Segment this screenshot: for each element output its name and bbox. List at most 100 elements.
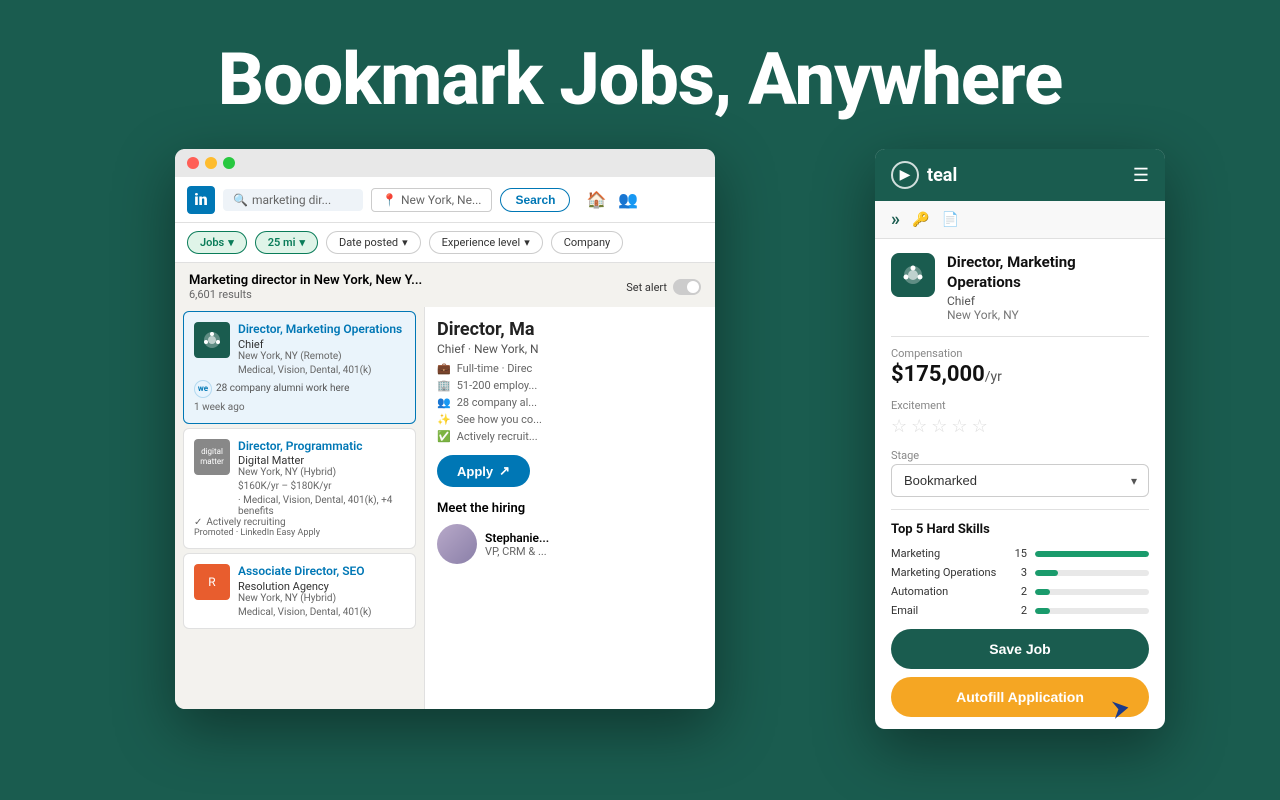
apply-button[interactable]: Apply ↗ [437,455,530,487]
autofill-wrapper: Autofill Application ⮞ [891,677,1149,717]
skill-row-automation: Automation 2 [891,585,1149,598]
excitement-label: Excitement [891,399,1149,412]
set-alert-label: Set alert [626,281,667,294]
key-icon[interactable]: 🔑 [912,212,929,228]
skill-bar-fill-1 [1035,551,1149,557]
location-bar[interactable]: 📍 New York, Ne... [371,188,492,212]
star-1[interactable]: ☆ [891,416,907,437]
teal-logo-text: teal [927,165,957,186]
teal-panel: ▶ teal ☰ » 🔑 📄 [875,149,1165,729]
star-2[interactable]: ☆ [911,416,927,437]
people-icon: 👥 [437,396,451,409]
teal-footer: Save Job Autofill Application ⮞ [875,617,1165,729]
filter-date[interactable]: Date posted ▾ [326,231,421,254]
list-item[interactable]: digital matter Director, Programmatic Di… [183,428,416,550]
hiring-person-info: Stephanie... VP, CRM & ... [485,531,549,558]
hiring-name: Stephanie... [485,531,549,545]
skill-bar-fill-3 [1035,589,1050,595]
skill-bar-bg-1 [1035,551,1149,557]
skills-section: Top 5 Hard Skills Marketing 15 Marketing… [891,522,1149,617]
company-name-2: Digital Matter [238,454,405,467]
meta-alumni: 👥 28 company al... [437,396,703,409]
star-4[interactable]: ☆ [951,416,967,437]
job-info-1: Director, Marketing Operations Chief New… [238,322,405,376]
location-text: New York, Ne... [401,193,482,207]
stage-label: Stage [891,449,1149,462]
job-list-header: Marketing director in New York, New Y...… [175,263,715,307]
skill-bar-bg-3 [1035,589,1149,595]
dot-close[interactable] [187,157,199,169]
filter-bar: Jobs ▾ 25 mi ▾ Date posted ▾ Experience … [175,223,715,263]
search-text: marketing dir... [252,193,331,207]
save-job-button[interactable]: Save Job [891,629,1149,669]
hamburger-menu-icon[interactable]: ☰ [1133,165,1149,186]
star-5[interactable]: ☆ [972,416,988,437]
filter-distance[interactable]: 25 mi ▾ [255,231,318,254]
teal-toolbar: » 🔑 📄 [875,201,1165,239]
skill-row-email: Email 2 [891,604,1149,617]
external-link-icon: ↗ [499,463,510,479]
filter-experience[interactable]: Experience level ▾ [429,231,543,254]
compensation-label: Compensation [891,347,1149,360]
browser-window: in 🔍 marketing dir... 📍 New York, Ne... … [175,149,715,709]
check-icon: ✓ [194,517,202,528]
skill-row-mktg-ops: Marketing Operations 3 [891,566,1149,579]
teal-job-title: Director, Marketing Operations [947,253,1149,292]
fast-forward-icon[interactable]: » [891,209,900,230]
star-rating: ☆ ☆ ☆ ☆ ☆ [891,416,1149,437]
linkedin-logo: in [187,186,215,214]
detail-title: Director, Ma [437,319,657,340]
browser-titlebar [175,149,715,177]
search-query: Marketing director in New York, New Y... [189,273,422,288]
skill-bar-bg-2 [1035,570,1149,576]
company-name-1: Chief [238,338,405,351]
job-benefits-3: Medical, Vision, Dental, 401(k) [238,607,405,618]
we-badge: we [194,380,212,398]
job-location-2: New York, NY (Hybrid) [238,467,405,478]
set-alert-toggle[interactable]: Set alert [626,279,701,295]
location-pin-icon: 📍 [382,193,397,207]
list-item[interactable]: R Associate Director, SEO Resolution Age… [183,553,416,629]
skill-count-2: 3 [1009,566,1027,579]
hiring-title-text: VP, CRM & ... [485,545,549,558]
job-detail-panel: Director, Ma Chief · New York, N 💼 Full-… [425,307,715,709]
teal-logo-icon: ▶ [891,161,919,189]
job-info-3: Associate Director, SEO Resolution Agenc… [238,564,405,618]
hero-title: Bookmark Jobs, Anywhere [0,0,1280,119]
network-icon[interactable]: 👥 [618,190,638,209]
star-3[interactable]: ☆ [931,416,947,437]
document-icon[interactable]: 📄 [941,212,958,228]
job-location-3: New York, NY (Hybrid) [238,593,405,604]
skill-count-3: 2 [1009,585,1027,598]
meta-recruiting: ✅ Actively recruit... [437,430,703,443]
skill-bar-bg-4 [1035,608,1149,614]
briefcase-icon: 💼 [437,362,451,375]
hiring-section: Meet the hiring Stephanie... VP, CRM & .… [437,501,703,564]
list-item[interactable]: Director, Marketing Operations Chief New… [183,311,416,424]
star-match-icon: ✨ [437,413,451,426]
search-icon: 🔍 [233,193,248,207]
filter-company[interactable]: Company [551,231,624,254]
search-bar[interactable]: 🔍 marketing dir... [223,189,363,211]
main-content: in 🔍 marketing dir... 📍 New York, Ne... … [0,139,1280,719]
skills-title: Top 5 Hard Skills [891,522,1149,537]
dot-maximize[interactable] [223,157,235,169]
search-button[interactable]: Search [500,188,570,212]
divider-1 [891,336,1149,337]
dot-minimize[interactable] [205,157,217,169]
teal-logo: ▶ teal [891,161,957,189]
job-list-body: Director, Marketing Operations Chief New… [175,307,715,709]
skill-name-1: Marketing [891,547,1001,560]
alert-switch[interactable] [673,279,701,295]
skill-count-1: 15 [1009,547,1027,560]
job-location-1: New York, NY (Remote) [238,351,405,362]
home-icon[interactable]: 🏠 [586,190,606,209]
job-salary-2: $160K/yr – $180K/yr [238,481,405,492]
stage-select[interactable]: Bookmarked Applied Interviewing Offer Re… [891,464,1149,497]
hiring-person: Stephanie... VP, CRM & ... [437,524,703,564]
filter-jobs[interactable]: Jobs ▾ [187,231,247,254]
skill-count-4: 2 [1009,604,1027,617]
meta-employment: 💼 Full-time · Direc [437,362,703,375]
company-logo-dm: digital matter [194,439,230,475]
actively-recruiting-2: ✓ Actively recruiting [194,517,405,528]
